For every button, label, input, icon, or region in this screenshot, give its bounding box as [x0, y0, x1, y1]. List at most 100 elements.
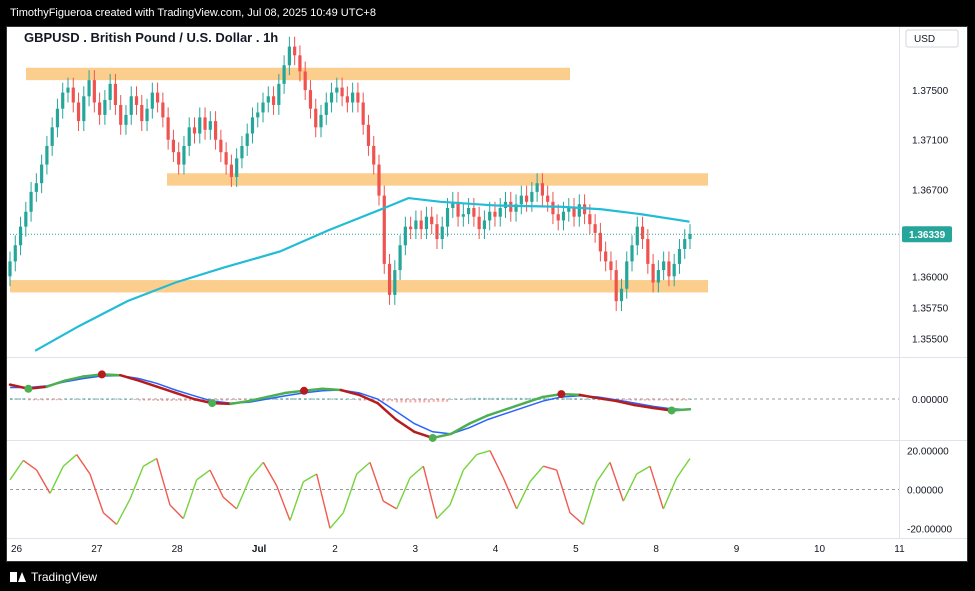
oscillator-segment	[502, 477, 518, 510]
histogram-bar	[690, 398, 692, 400]
candle	[387, 263, 392, 295]
oscillator-segment	[555, 469, 571, 513]
histogram-bar	[179, 399, 182, 401]
price-tick-label: 1.37100	[912, 136, 949, 147]
candle	[213, 121, 218, 140]
candle	[250, 117, 255, 134]
candle	[45, 145, 49, 165]
histogram-bar	[441, 399, 444, 402]
oscillator-segment	[276, 485, 291, 521]
candle	[519, 195, 523, 205]
candle	[424, 216, 429, 230]
tradingview-brand[interactable]: TradingView	[10, 570, 97, 584]
time-tick-label: 4	[493, 544, 499, 555]
histogram-bar	[304, 398, 307, 400]
histogram-bar	[565, 398, 568, 400]
candle	[445, 208, 450, 227]
histogram-bar	[492, 397, 495, 400]
histogram-bar	[280, 398, 283, 400]
histogram-bar	[10, 398, 12, 400]
histogram-bar	[335, 398, 338, 400]
candle	[166, 117, 170, 140]
signal-line-segment	[596, 396, 618, 403]
candle	[530, 191, 534, 202]
histogram-bar	[32, 399, 35, 401]
histogram-bar	[290, 398, 293, 400]
oscillator-segment	[315, 473, 331, 529]
price-tick-label: 1.35500	[912, 334, 949, 345]
oscillator-segment	[222, 496, 238, 510]
candle	[414, 220, 418, 230]
oscillator-segment	[409, 465, 424, 479]
time-tick-label: 5	[573, 544, 579, 555]
candle	[13, 245, 17, 262]
oscillator-segment	[436, 504, 451, 520]
candle	[409, 226, 413, 230]
candle	[651, 263, 655, 283]
candle	[662, 261, 666, 271]
candle	[277, 83, 281, 105]
candle	[155, 92, 160, 103]
crossover-dot	[208, 399, 217, 408]
candle	[398, 245, 402, 271]
candle	[303, 71, 307, 91]
currency-label: USD	[914, 34, 935, 45]
histogram-bar	[529, 397, 532, 400]
tradingview-logo-icon	[10, 572, 26, 582]
candle	[103, 100, 107, 115]
candle	[319, 114, 323, 128]
candle	[382, 195, 386, 264]
histogram-bar	[386, 399, 389, 402]
candle	[546, 195, 550, 202]
candle	[472, 208, 476, 217]
candle	[314, 108, 318, 128]
histogram-bar	[404, 399, 407, 403]
candle	[656, 270, 660, 283]
histogram-bar	[685, 399, 688, 401]
histogram-bar	[680, 399, 683, 401]
candle	[129, 96, 133, 115]
time-tick-label: Jul	[252, 544, 267, 555]
candle	[493, 211, 497, 217]
histogram-bar	[427, 399, 430, 403]
histogram-bar	[23, 398, 26, 400]
oscillator-segment	[356, 461, 371, 475]
histogram-bar	[83, 398, 86, 400]
candle	[256, 112, 260, 118]
histogram-bar	[455, 399, 458, 400]
candle	[335, 87, 339, 93]
candle	[340, 87, 344, 97]
price-tick-label: 1.36000	[912, 272, 949, 283]
histogram-bar	[331, 398, 334, 400]
candle	[76, 102, 81, 122]
candle	[677, 248, 682, 264]
histogram-bar	[51, 399, 54, 401]
candle	[572, 208, 576, 217]
crossover-dot	[300, 386, 309, 395]
candle	[261, 102, 265, 113]
histogram-bar	[78, 398, 81, 400]
candle	[187, 127, 191, 146]
histogram-bar	[666, 399, 669, 401]
chart-title: GBPUSD . British Pound / U.S. Dollar . 1…	[24, 30, 278, 45]
histogram-bar	[157, 399, 160, 401]
histogram-bar	[354, 399, 357, 400]
histogram-bar	[671, 399, 674, 401]
histogram-bar	[446, 399, 449, 402]
candle	[324, 102, 328, 115]
crossover-dot	[557, 390, 566, 399]
oscillator-segment	[142, 457, 158, 467]
candle	[440, 226, 444, 240]
signal-line-segment	[578, 393, 600, 400]
chart-canvas[interactable]: GBPUSD . British Pound / U.S. Dollar . 1…	[0, 0, 975, 591]
candle	[182, 145, 186, 165]
candle	[198, 117, 202, 134]
oscillator-segment	[329, 512, 344, 529]
signal-line-segment	[468, 414, 490, 425]
time-tick-label: 26	[11, 544, 23, 555]
oscillator-segment	[449, 469, 464, 506]
histogram-bar	[519, 397, 522, 400]
time-tick-label: 9	[734, 544, 740, 555]
candle	[224, 152, 228, 165]
candle	[614, 270, 618, 302]
